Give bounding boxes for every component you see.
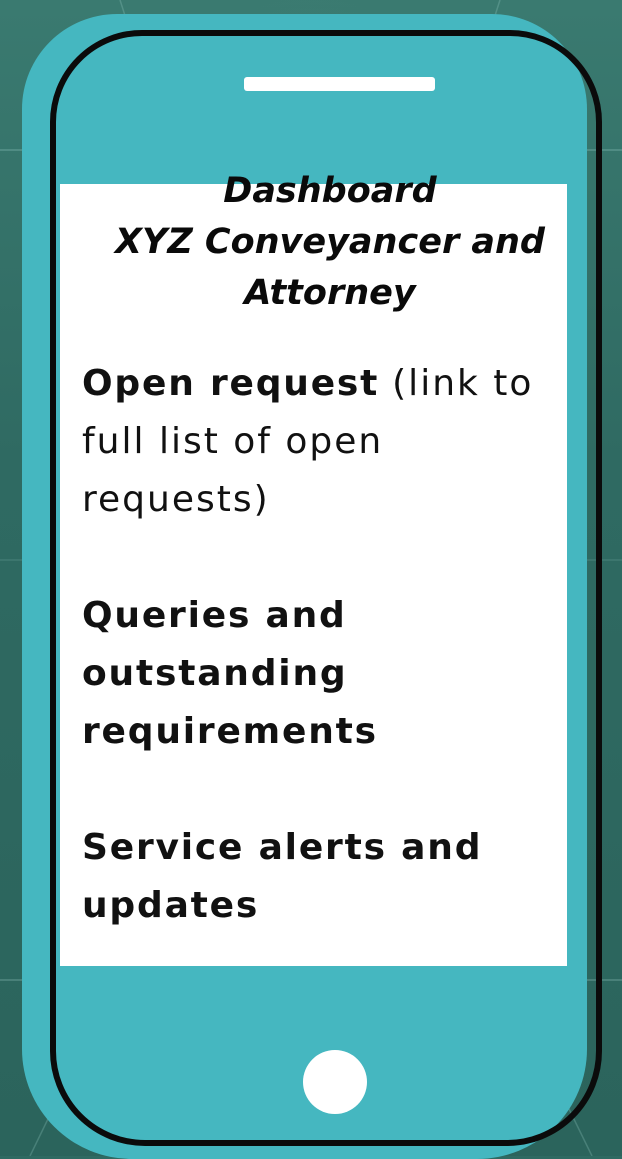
dashboard-header: Dashboard XYZ Conveyancer and Attorney bbox=[60, 166, 600, 319]
header-line-company: XYZ Conveyancer and bbox=[115, 222, 545, 262]
queries-title[interactable]: Queries and outstanding requirements bbox=[82, 595, 378, 752]
open-request-title[interactable]: Open request bbox=[82, 363, 379, 404]
section-queries[interactable]: Queries and outstanding requirements bbox=[82, 587, 582, 761]
section-service-alerts[interactable]: Service alerts and updates bbox=[82, 819, 582, 935]
home-button-icon[interactable] bbox=[303, 1050, 367, 1114]
service-alerts-title[interactable]: Service alerts and updates bbox=[82, 827, 482, 926]
header-line-role: Attorney bbox=[244, 273, 416, 313]
dashboard-content: Open request (link to full list of open … bbox=[82, 355, 582, 935]
header-line-dashboard: Dashboard bbox=[223, 171, 437, 211]
speaker-icon bbox=[244, 77, 435, 91]
section-open-request[interactable]: Open request (link to full list of open … bbox=[82, 355, 582, 529]
